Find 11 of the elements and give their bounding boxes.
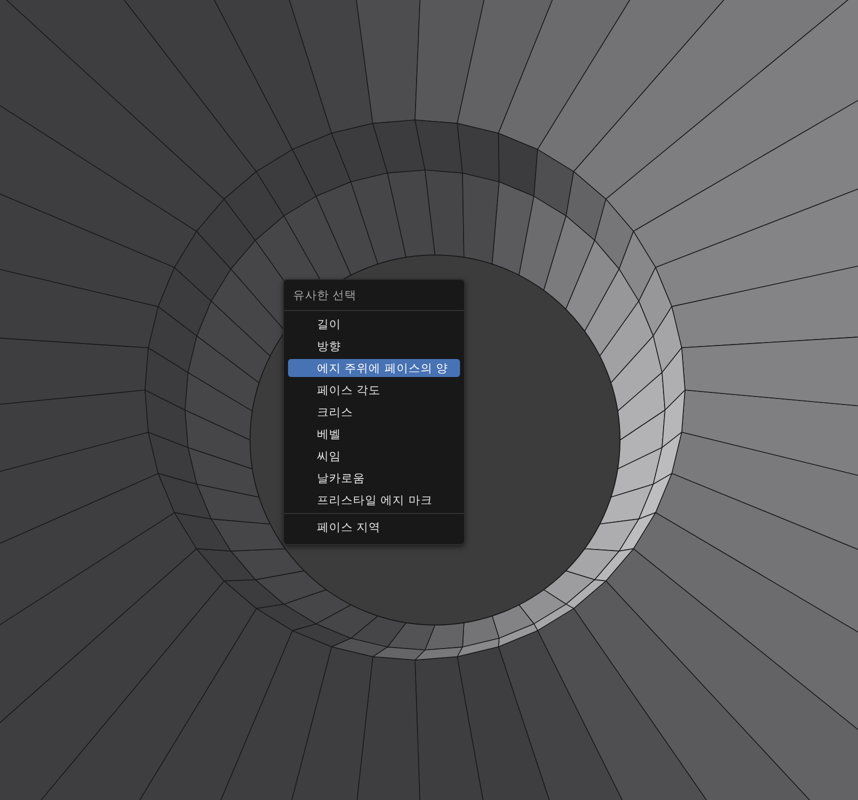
menu-item[interactable]: 방향	[288, 337, 460, 355]
menu-item[interactable]: 길이	[288, 315, 460, 333]
menu-item[interactable]: 베벨	[288, 425, 460, 443]
menu-item[interactable]: 에지 주위에 페이스의 양	[288, 359, 460, 377]
menu-item[interactable]: 프리스타일 에지 마크	[288, 491, 460, 509]
menu-item[interactable]: 날카로움	[288, 469, 460, 487]
menu-item[interactable]: 크리스	[288, 403, 460, 421]
menu-title: 유사한 선택	[292, 287, 358, 304]
menu-item[interactable]: 씨임	[288, 447, 460, 465]
menu-item[interactable]: 페이스 각도	[288, 381, 460, 399]
menu-item[interactable]: 페이스 지역	[288, 518, 460, 536]
